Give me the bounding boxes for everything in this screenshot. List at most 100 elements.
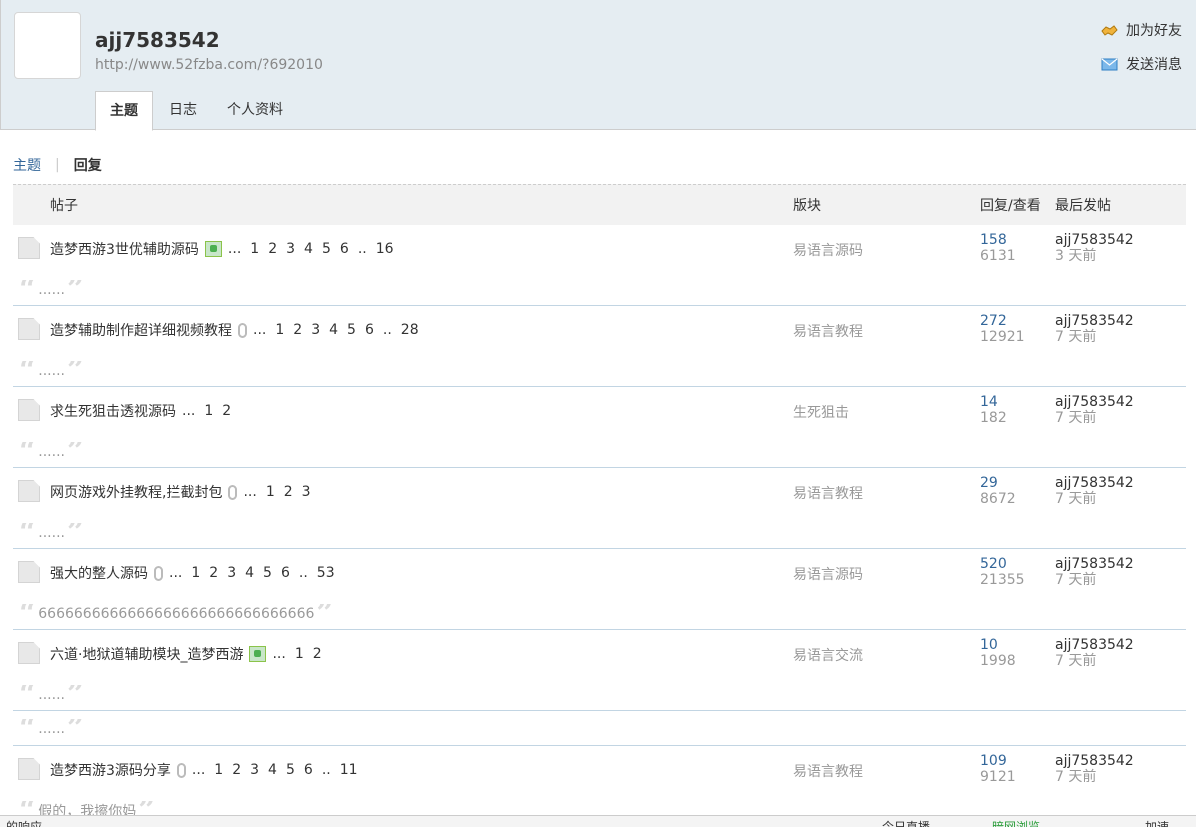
- thread-title-text[interactable]: 求生死狙击透视源码: [50, 401, 176, 421]
- page-link[interactable]: 5: [286, 762, 295, 778]
- page-link[interactable]: ..: [299, 565, 308, 581]
- reply-count[interactable]: 158: [980, 232, 1016, 248]
- last-post-user[interactable]: ajj7583542: [1055, 475, 1134, 491]
- page-link[interactable]: ...: [272, 646, 285, 662]
- reply-count[interactable]: 109: [980, 753, 1016, 769]
- thread-title[interactable]: 网页游戏外挂教程,拦截封包... 1 2 3: [50, 482, 320, 502]
- reply-count[interactable]: 29: [980, 475, 1016, 491]
- page-link[interactable]: 4: [304, 241, 313, 257]
- thread-title-text[interactable]: 强大的整人源码: [50, 563, 148, 583]
- page-link[interactable]: 3: [311, 322, 320, 338]
- speed-link[interactable]: 加速: [1145, 818, 1169, 827]
- page-link[interactable]: 2: [313, 646, 322, 662]
- page-link[interactable]: 11: [340, 762, 358, 778]
- page-link[interactable]: 5: [263, 565, 272, 581]
- page-link[interactable]: 1: [214, 762, 223, 778]
- page-link[interactable]: 3: [250, 762, 259, 778]
- subnav-replies[interactable]: 回复: [74, 155, 102, 175]
- add-friend-button[interactable]: 加为好友: [1101, 20, 1182, 40]
- page-link[interactable]: 1: [191, 565, 200, 581]
- avatar[interactable]: [14, 12, 81, 79]
- profile-url[interactable]: http://www.52fzba.com/?692010: [95, 57, 323, 73]
- page-link[interactable]: 2: [268, 241, 277, 257]
- thread-title-text[interactable]: 六道·地狱道辅助模块_造梦西游: [50, 644, 243, 664]
- page-link[interactable]: ..: [322, 762, 331, 778]
- view-count: 6131: [980, 248, 1016, 264]
- tab-threads[interactable]: 主题: [95, 91, 153, 131]
- page-link[interactable]: 1: [295, 646, 304, 662]
- thread-title[interactable]: 求生死狙击透视源码... 1 2: [50, 401, 240, 421]
- page-link[interactable]: 4: [245, 565, 254, 581]
- page-link[interactable]: 2: [232, 762, 241, 778]
- last-post-user[interactable]: ajj7583542: [1055, 753, 1134, 769]
- page-link[interactable]: 2: [222, 403, 231, 419]
- page-link[interactable]: 4: [329, 322, 338, 338]
- page-link[interactable]: ...: [253, 322, 266, 338]
- reply-count[interactable]: 14: [980, 394, 1007, 410]
- page-link[interactable]: ...: [228, 241, 241, 257]
- thread-title[interactable]: 造梦西游3世优辅助源码... 1 2 3 4 5 6.. 16: [50, 239, 403, 259]
- last-post-user[interactable]: ajj7583542: [1055, 637, 1134, 653]
- page-link[interactable]: ...: [169, 565, 182, 581]
- thread-title[interactable]: 造梦西游3源码分享... 1 2 3 4 5 6.. 11: [50, 760, 367, 780]
- page-link[interactable]: 1: [275, 322, 284, 338]
- thread-title[interactable]: 造梦辅助制作超详细视频教程... 1 2 3 4 5 6.. 28: [50, 320, 428, 340]
- page-link[interactable]: 2: [293, 322, 302, 338]
- page-link[interactable]: ...: [243, 484, 256, 500]
- close-quote-icon: ”: [66, 523, 85, 543]
- thread-title-text[interactable]: 造梦辅助制作超详细视频教程: [50, 320, 232, 340]
- reply-count[interactable]: 10: [980, 637, 1016, 653]
- forum-link[interactable]: 易语言教程: [793, 483, 863, 503]
- forum-link[interactable]: 易语言源码: [793, 564, 863, 584]
- thread-title[interactable]: 强大的整人源码... 1 2 3 4 5 6.. 53: [50, 563, 344, 583]
- page-link[interactable]: 5: [347, 322, 356, 338]
- page-link[interactable]: 1: [266, 484, 275, 500]
- thread-title-text[interactable]: 网页游戏外挂教程,拦截封包: [50, 482, 222, 502]
- page-link[interactable]: ..: [383, 322, 392, 338]
- page-link[interactable]: 16: [376, 241, 394, 257]
- reply-count[interactable]: 272: [980, 313, 1025, 329]
- page-link[interactable]: 2: [209, 565, 218, 581]
- reply-count[interactable]: 520: [980, 556, 1025, 572]
- tab-profile[interactable]: 个人资料: [213, 91, 297, 130]
- page-link[interactable]: 6: [304, 762, 313, 778]
- subnav-threads[interactable]: 主题: [13, 155, 41, 175]
- page-link[interactable]: ...: [182, 403, 195, 419]
- page-link[interactable]: ..: [358, 241, 367, 257]
- page-link[interactable]: 1: [250, 241, 259, 257]
- forum-link[interactable]: 生死狙击: [793, 402, 849, 422]
- forum-link[interactable]: 易语言源码: [793, 240, 863, 260]
- page-link[interactable]: 3: [227, 565, 236, 581]
- page-link[interactable]: 28: [401, 322, 419, 338]
- thread-title-text[interactable]: 造梦西游3世优辅助源码: [50, 239, 199, 259]
- tab-blog[interactable]: 日志: [155, 91, 211, 130]
- folder-icon: [18, 480, 40, 502]
- page-link[interactable]: 6: [365, 322, 374, 338]
- profile-actions: 加为好友 发送消息: [1101, 20, 1182, 88]
- page-link[interactable]: 6: [340, 241, 349, 257]
- post-quote: “......”: [19, 442, 84, 462]
- page-link[interactable]: 1: [204, 403, 213, 419]
- send-message-button[interactable]: 发送消息: [1101, 54, 1182, 74]
- page-link[interactable]: ...: [192, 762, 205, 778]
- forum-link[interactable]: 易语言教程: [793, 761, 863, 781]
- page-link[interactable]: 2: [284, 484, 293, 500]
- last-post-user[interactable]: ajj7583542: [1055, 556, 1134, 572]
- last-post-user[interactable]: ajj7583542: [1055, 313, 1134, 329]
- open-quote-icon: “: [19, 523, 37, 543]
- page-link[interactable]: 3: [302, 484, 311, 500]
- page-link[interactable]: 4: [268, 762, 277, 778]
- close-quote-icon: ”: [316, 604, 334, 624]
- forum-link[interactable]: 易语言交流: [793, 645, 863, 665]
- page-link[interactable]: 5: [322, 241, 331, 257]
- page-link[interactable]: 3: [286, 241, 295, 257]
- reader-link[interactable]: 暗网浏览: [992, 818, 1040, 827]
- last-post-user[interactable]: ajj7583542: [1055, 232, 1134, 248]
- page-link[interactable]: 6: [281, 565, 290, 581]
- thread-title[interactable]: 六道·地狱道辅助模块_造梦西游... 1 2: [50, 644, 331, 664]
- live-link[interactable]: 今日直播: [882, 818, 930, 827]
- page-link[interactable]: 53: [317, 565, 335, 581]
- forum-link[interactable]: 易语言教程: [793, 321, 863, 341]
- thread-title-text[interactable]: 造梦西游3源码分享: [50, 760, 171, 780]
- last-post-user[interactable]: ajj7583542: [1055, 394, 1134, 410]
